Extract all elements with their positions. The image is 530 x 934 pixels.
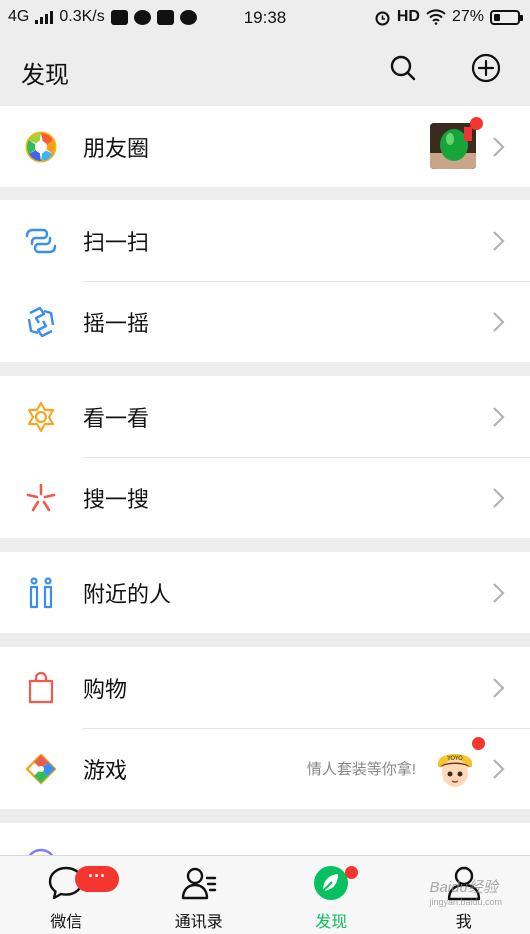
tab-chats-label: 微信 (50, 914, 83, 931)
search-icon (390, 55, 416, 81)
moments-aperture-icon (25, 131, 57, 163)
top-stories-label: 看一看 (83, 405, 150, 431)
shake-icon (27, 306, 55, 338)
game-character-avatar: YOYO (438, 754, 472, 787)
group-stories-search: 看一看 搜一搜 (0, 376, 530, 538)
group-scan-shake: 扫一扫 摇一摇 (0, 200, 530, 362)
group-shopping-games: 购物 游戏 情人套装等你拿! YOYO (0, 647, 530, 809)
page-title: 发现 (21, 62, 69, 89)
tab-contacts-label: 通讯录 (174, 914, 223, 931)
tab-discover[interactable]: 发现 (265, 856, 398, 934)
menu-item-top-stories[interactable]: 看一看 (0, 376, 530, 457)
menu-item-moments[interactable]: 朋友圈 (0, 106, 530, 187)
svg-text:YOYO: YOYO (446, 755, 463, 762)
moments-label: 朋友圈 (83, 135, 150, 161)
shopping-bag-icon (28, 671, 54, 704)
moments-thumbnail (430, 117, 483, 169)
add-button[interactable] (470, 52, 502, 84)
alarm-icon (375, 11, 390, 25)
chevron-right-icon (493, 231, 505, 251)
tab-chats[interactable]: ··· 微信 (0, 856, 133, 934)
chevron-right-icon (493, 678, 505, 698)
shopping-label: 购物 (83, 676, 128, 702)
discover-unread-dot (345, 866, 358, 879)
group-moments: 朋友圈 (0, 106, 530, 187)
tab-me-label: 我 (455, 914, 472, 931)
scan-icon (25, 228, 57, 254)
hd-indicator: HD (396, 8, 420, 25)
shake-label: 摇一摇 (83, 310, 150, 336)
menu-item-search[interactable]: 搜一搜 (0, 457, 530, 538)
chevron-right-icon (493, 137, 505, 157)
menu-item-games[interactable]: 游戏 情人套装等你拿! YOYO (0, 728, 530, 809)
games-promo-text: 情人套装等你拿! (306, 761, 416, 778)
battery-percent: 27% (451, 8, 484, 25)
scan-label: 扫一扫 (83, 229, 150, 255)
menu-item-people-nearby[interactable]: 附近的人 (0, 552, 530, 633)
plus-circle-icon (471, 53, 501, 83)
games-label: 游戏 (83, 757, 128, 783)
tab-discover-label: 发现 (315, 914, 348, 931)
group-nearby: 附近的人 (0, 552, 530, 633)
battery-icon (490, 9, 523, 25)
chevron-right-icon (493, 407, 505, 427)
games-thumbnail: YOYO (432, 737, 485, 791)
chevron-right-icon (493, 759, 505, 779)
app-header: 发现 (0, 36, 530, 104)
search-label: 搜一搜 (83, 486, 150, 512)
chats-badge: ··· (75, 866, 119, 892)
menu-item-scan[interactable]: 扫一扫 (0, 200, 530, 281)
status-bar: 4G 0.3K/s 19:38 HD 27% (0, 0, 530, 36)
people-nearby-icon (29, 577, 53, 609)
tab-contacts[interactable]: 通讯录 (133, 856, 266, 934)
games-unread-dot (472, 737, 485, 750)
top-stories-icon (27, 401, 55, 433)
chevron-right-icon (493, 583, 505, 603)
wifi-icon (426, 9, 446, 25)
contacts-icon (181, 867, 216, 900)
search-button[interactable] (387, 52, 419, 84)
games-diamond-icon (25, 753, 57, 785)
moments-unread-dot (470, 117, 483, 130)
baidu-watermark: Baidu经验 jingyan.baidu.com (429, 879, 502, 907)
menu-item-shopping[interactable]: 购物 (0, 647, 530, 728)
chevron-right-icon (493, 488, 505, 508)
menu-item-shake[interactable]: 摇一摇 (0, 281, 530, 362)
people-nearby-label: 附近的人 (83, 581, 172, 607)
search-spark-icon (26, 483, 56, 512)
chevron-right-icon (493, 312, 505, 332)
